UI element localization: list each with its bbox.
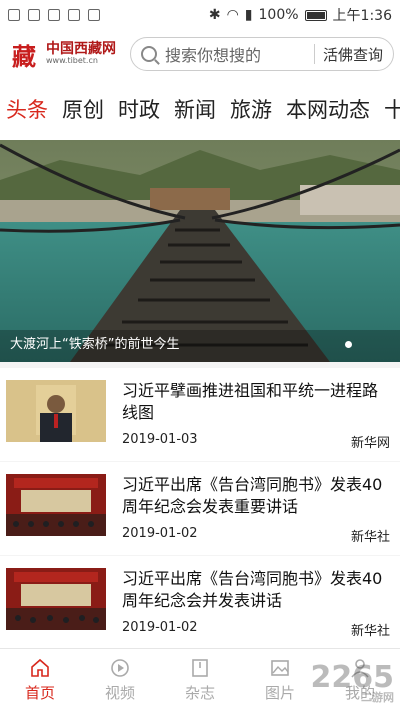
- logo-url: www.tibet.cn: [46, 56, 98, 66]
- news-title: 习近平出席《告台湾同胞书》发表40周年纪念会发表重要讲话: [122, 475, 383, 517]
- tab-politics[interactable]: 时政: [118, 94, 160, 124]
- news-source: 新华社: [350, 530, 390, 545]
- logo-title: 中国西藏网: [46, 40, 116, 57]
- bottom-navigation: 首页 视频 杂志 图片 我的 2265 二游网: [0, 648, 400, 711]
- nav-images[interactable]: 图片: [240, 649, 320, 711]
- wifi-icon: ◠: [226, 7, 239, 23]
- magazine-icon: [192, 658, 208, 677]
- home-icon: [31, 658, 49, 677]
- search-bar[interactable]: 搜索你想搜的 活佛查询: [130, 37, 394, 71]
- living-buddha-search-button[interactable]: 活佛查询: [323, 44, 383, 65]
- status-bar: ✱ ◠ ▮ 100% 上午1:36: [0, 0, 400, 30]
- status-notification-icons: [8, 9, 100, 21]
- news-date: 2019-01-03: [122, 432, 198, 447]
- news-item[interactable]: 习近平出席《告台湾同胞书》发表40周年纪念会并发表讲话 2019-01-02 新…: [0, 556, 400, 649]
- news-date: 2019-01-02: [122, 620, 198, 635]
- tab-site-updates[interactable]: 本网动态: [286, 94, 370, 124]
- site-watermark: 2265 二游网: [311, 660, 395, 705]
- news-date: 2019-01-02: [122, 526, 198, 541]
- logo[interactable]: 藏 中国西藏网 www.tibet.cn: [6, 39, 126, 71]
- search-input[interactable]: 搜索你想搜的: [165, 42, 306, 66]
- tab-more[interactable]: 十: [384, 94, 400, 124]
- nav-home[interactable]: 首页: [0, 649, 80, 711]
- nav-home-label: 首页: [24, 683, 55, 702]
- news-thumbnail: [6, 380, 106, 442]
- hero-caption: 大渡河上“铁索桥”的前世今生: [10, 337, 180, 352]
- play-icon: [111, 658, 129, 677]
- app-header: 藏 中国西藏网 www.tibet.cn 搜索你想搜的 活佛查询: [0, 30, 400, 78]
- signal-icon: ▮: [244, 7, 253, 23]
- tab-news[interactable]: 新闻: [174, 94, 216, 124]
- battery-icon: [304, 9, 327, 21]
- news-source: 新华网: [350, 436, 390, 451]
- news-thumbnail: [6, 474, 106, 536]
- app-notification-icon: [88, 9, 100, 21]
- nav-magazine-label: 杂志: [184, 683, 215, 702]
- usb-icon: [28, 9, 40, 21]
- carousel-indicator: [345, 341, 352, 348]
- search-icon: [141, 46, 157, 62]
- news-item[interactable]: 习近平擘画推进祖国和平统一进程路线图 2019-01-03 新华网: [0, 368, 400, 461]
- hero-image: [0, 140, 400, 362]
- news-item[interactable]: 习近平出席《告台湾同胞书》发表40周年纪念会发表重要讲话 2019-01-02 …: [0, 462, 400, 555]
- channel-tabs: 头条 原创 时政 新闻 旅游 本网动态 十: [0, 78, 400, 140]
- hero-banner[interactable]: 大渡河上“铁索桥”的前世今生: [0, 140, 400, 362]
- tibet-logo-icon: 藏: [12, 41, 36, 71]
- news-title: 习近平擘画推进祖国和平统一进程路线图: [122, 381, 379, 423]
- nav-magazine[interactable]: 杂志: [160, 649, 240, 711]
- image-icon: [271, 659, 289, 676]
- nav-images-label: 图片: [264, 683, 295, 702]
- news-list: 习近平擘画推进祖国和平统一进程路线图 2019-01-03 新华网 习近平出席《…: [0, 368, 400, 650]
- tab-headlines[interactable]: 头条: [6, 94, 48, 124]
- bluetooth-icon: ✱: [208, 7, 221, 23]
- battery-percent: 100%: [258, 7, 299, 23]
- notification-icon: [8, 9, 20, 21]
- tab-travel[interactable]: 旅游: [230, 94, 272, 124]
- news-thumbnail: [6, 568, 106, 630]
- news-title: 习近平出席《告台湾同胞书》发表40周年纪念会并发表讲话: [122, 569, 383, 611]
- status-time: 上午1:36: [332, 8, 392, 24]
- nav-video-label: 视频: [104, 683, 135, 702]
- image-notification-icon: [48, 9, 60, 21]
- keyboard-icon: [68, 9, 80, 21]
- tab-original[interactable]: 原创: [62, 94, 104, 124]
- nav-video[interactable]: 视频: [80, 649, 160, 711]
- news-source: 新华社: [350, 624, 390, 639]
- search-divider: [313, 44, 315, 64]
